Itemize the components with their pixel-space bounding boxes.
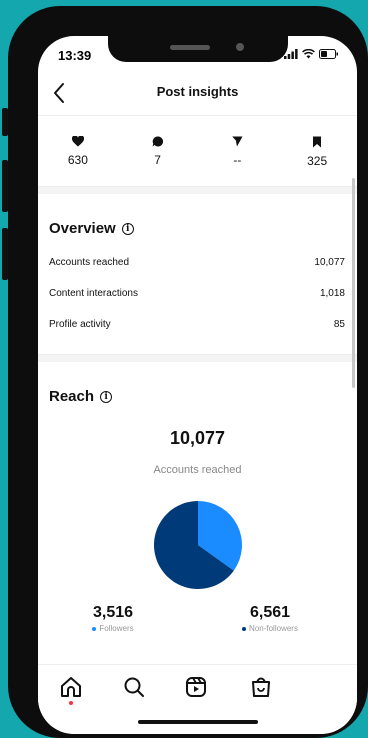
row-label: Accounts reached [49, 257, 130, 268]
home-icon[interactable] [59, 675, 83, 699]
shares-stat: -- [198, 116, 278, 184]
followers-dot [92, 626, 97, 631]
shares-count: -- [233, 153, 242, 167]
home-active-dot [69, 701, 73, 705]
non-followers-count: 6,561 [249, 604, 291, 621]
search-icon[interactable] [122, 675, 146, 699]
info-icon[interactable]: i [121, 222, 134, 235]
row-value: 10,077 [314, 257, 345, 268]
followers-count: 3,516 [92, 604, 134, 621]
saves-count: 325 [307, 154, 328, 168]
phone-frame: 13:39 Post insights 630 7 -- 325 Overvie… [8, 6, 368, 738]
reach-total-label: Accounts reached [153, 464, 242, 476]
comments-stat: 7 [118, 116, 198, 184]
reach-title: Reach [49, 388, 95, 405]
row-label: Content interactions [49, 288, 138, 299]
overview-title: Overview [49, 220, 116, 237]
shop-icon[interactable] [249, 675, 273, 699]
reach-total: 10,077 [169, 428, 226, 448]
comment-icon [152, 136, 163, 147]
reach-section-title: Reach i [49, 388, 113, 405]
status-time: 13:39 [58, 48, 92, 63]
row-label: Profile activity [49, 319, 111, 330]
scrollbar[interactable] [352, 178, 355, 388]
heart-icon [71, 136, 84, 147]
followers-label: Followers [99, 624, 134, 633]
row-value: 1,018 [319, 288, 345, 299]
home-indicator [138, 720, 258, 724]
reels-icon[interactable] [184, 675, 208, 699]
reach-pie-chart [154, 501, 242, 589]
notch [108, 36, 288, 62]
followers-legend: 3,516 Followers [78, 604, 148, 633]
nav-bar: Post insights [38, 72, 357, 116]
comments-count: 7 [154, 153, 161, 167]
speaker [170, 45, 210, 50]
non-followers-label-row: Non-followers [230, 624, 310, 633]
section-divider [38, 354, 357, 362]
content-interactions-row[interactable]: Content interactions 1,018 [49, 288, 345, 308]
page-title: Post insights [156, 84, 239, 99]
non-followers-dot [242, 626, 247, 631]
accounts-reached-row[interactable]: Accounts reached 10,077 [49, 257, 345, 277]
share-icon [231, 136, 243, 147]
followers-label-row: Followers [78, 624, 148, 633]
profile-activity-row[interactable]: Profile activity 85 [49, 319, 345, 339]
overview-section-title: Overview i [49, 220, 134, 237]
section-divider [38, 186, 357, 194]
info-icon[interactable]: i [100, 390, 113, 403]
front-camera [236, 43, 244, 51]
bookmark-icon [313, 136, 322, 148]
engagement-stats: 630 7 -- 325 [38, 116, 357, 184]
status-icons [284, 49, 339, 59]
saves-stat: 325 [277, 116, 357, 184]
wifi-icon [302, 49, 315, 59]
likes-stat: 630 [38, 116, 118, 184]
non-followers-legend: 6,561 Non-followers [230, 604, 310, 633]
tab-bar [38, 664, 357, 734]
screen: 13:39 Post insights 630 7 -- 325 Overvie… [38, 36, 357, 734]
battery-icon [319, 49, 338, 59]
likes-count: 630 [67, 153, 88, 167]
row-value: 85 [333, 319, 345, 330]
non-followers-label: Non-followers [249, 624, 298, 633]
